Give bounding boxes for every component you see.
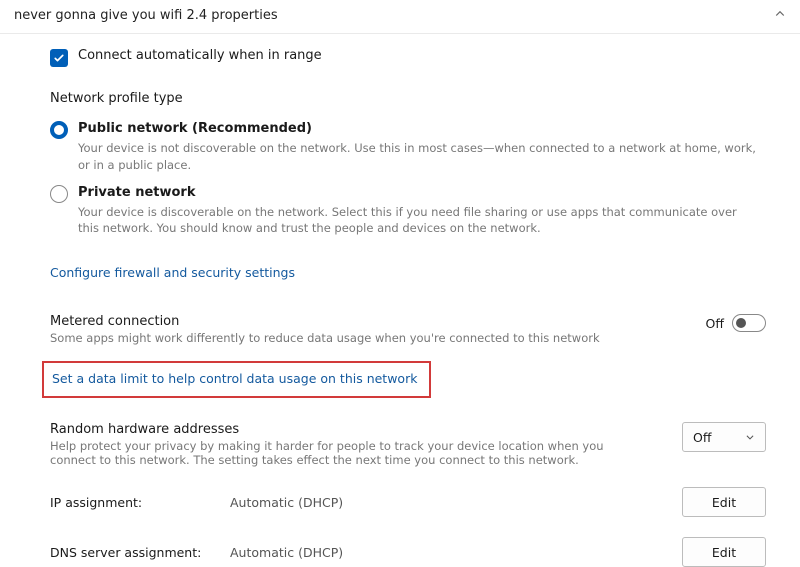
ip-assignment-row: IP assignment: Automatic (DHCP) Edit <box>50 487 766 517</box>
private-network-desc: Your device is discoverable on the netwo… <box>78 204 758 237</box>
dns-assignment-label: DNS server assignment: <box>50 545 230 560</box>
data-limit-link[interactable]: Set a data limit to help control data us… <box>52 371 417 386</box>
chevron-down-icon <box>745 430 755 445</box>
content-area: Connect automatically when in range Netw… <box>0 34 800 567</box>
public-network-desc: Your device is not discoverable on the n… <box>78 140 758 173</box>
dns-assignment-row: DNS server assignment: Automatic (DHCP) … <box>50 537 766 567</box>
ip-edit-button[interactable]: Edit <box>682 487 766 517</box>
random-mac-desc: Help protect your privacy by making it h… <box>50 439 630 467</box>
ip-assignment-label: IP assignment: <box>50 495 230 510</box>
metered-title: Metered connection <box>50 314 600 329</box>
toggle-knob <box>736 318 746 328</box>
metered-connection-row: Metered connection Some apps might work … <box>50 314 766 345</box>
random-mac-row: Random hardware addresses Help protect y… <box>50 422 766 467</box>
firewall-settings-link[interactable]: Configure firewall and security settings <box>50 265 295 280</box>
auto-connect-checkbox[interactable] <box>50 49 68 67</box>
random-mac-dropdown-value: Off <box>693 430 711 445</box>
metered-desc: Some apps might work differently to redu… <box>50 331 600 345</box>
metered-toggle-wrap: Off <box>706 314 766 332</box>
random-mac-left: Random hardware addresses Help protect y… <box>50 422 630 467</box>
metered-toggle-label: Off <box>706 316 724 331</box>
ip-assignment-value: Automatic (DHCP) <box>230 495 682 510</box>
public-network-label: Public network (Recommended) <box>78 120 758 138</box>
auto-connect-label: Connect automatically when in range <box>78 48 322 63</box>
public-network-text: Public network (Recommended) Your device… <box>78 120 758 174</box>
header-title: never gonna give you wifi 2.4 properties <box>14 8 278 23</box>
data-limit-highlight: Set a data limit to help control data us… <box>42 361 431 398</box>
metered-toggle[interactable] <box>732 314 766 332</box>
dns-assignment-value: Automatic (DHCP) <box>230 545 682 560</box>
check-icon <box>53 52 65 64</box>
private-network-text: Private network Your device is discovera… <box>78 184 758 238</box>
random-mac-dropdown[interactable]: Off <box>682 422 766 452</box>
metered-left: Metered connection Some apps might work … <box>50 314 600 345</box>
random-mac-title: Random hardware addresses <box>50 422 630 437</box>
auto-connect-row[interactable]: Connect automatically when in range <box>50 48 766 67</box>
public-network-radio[interactable] <box>50 121 68 139</box>
chevron-up-icon <box>774 8 786 23</box>
properties-header[interactable]: never gonna give you wifi 2.4 properties <box>0 0 800 34</box>
profile-radio-group: Public network (Recommended) Your device… <box>50 120 766 237</box>
profile-section-title: Network profile type <box>50 91 766 106</box>
private-network-option[interactable]: Private network Your device is discovera… <box>50 184 766 238</box>
private-network-radio[interactable] <box>50 185 68 203</box>
dns-edit-button[interactable]: Edit <box>682 537 766 567</box>
private-network-label: Private network <box>78 184 758 202</box>
public-network-option[interactable]: Public network (Recommended) Your device… <box>50 120 766 174</box>
